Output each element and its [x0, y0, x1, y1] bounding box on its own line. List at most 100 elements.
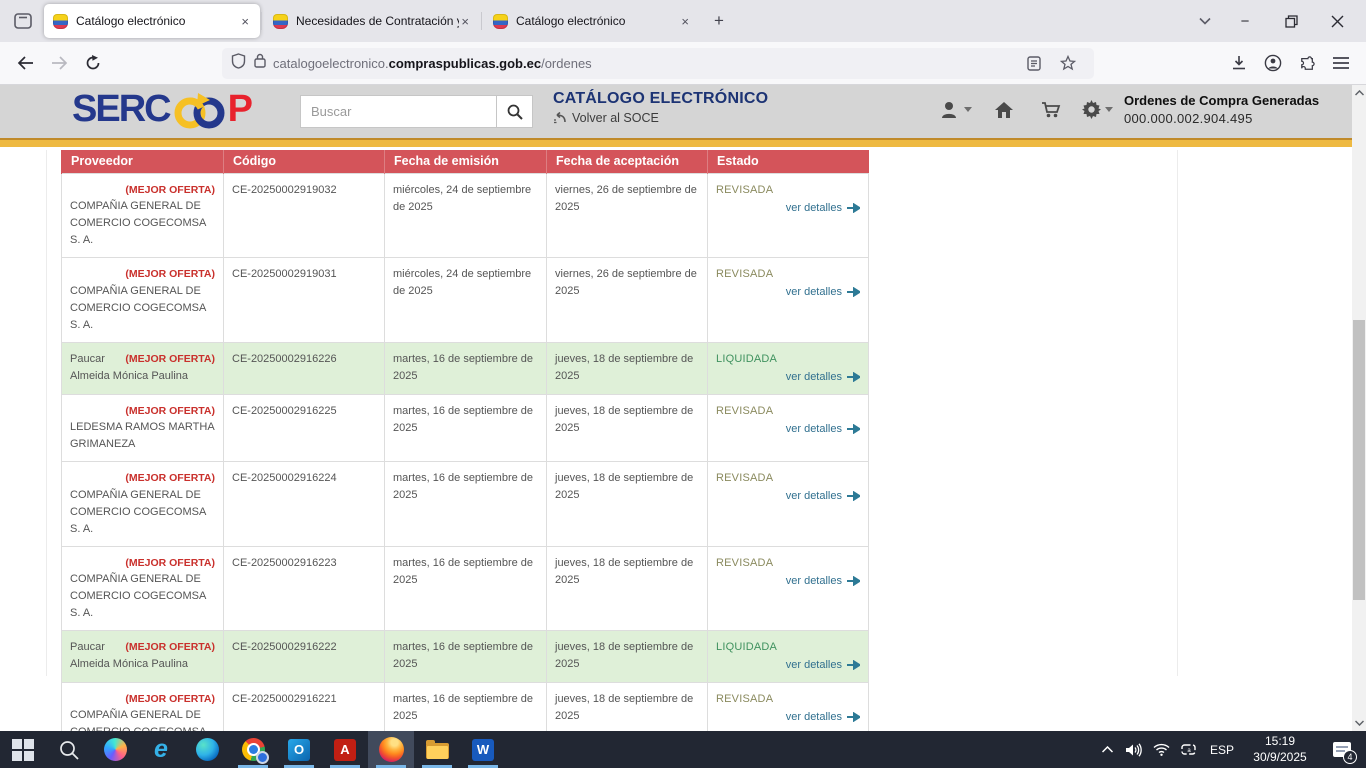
wifi-icon[interactable] [1148, 731, 1175, 768]
url-bar[interactable]: catalogoelectronico.compraspublicas.gob.… [222, 48, 1094, 79]
logo-swirl-icon [168, 90, 230, 130]
ver-detalles-link[interactable]: ver detalles [786, 202, 842, 214]
status-cell: REVISADA ver detalles [708, 258, 869, 342]
copilot-icon [104, 738, 127, 761]
browser-tab-1[interactable]: Catálogo electrónico × [44, 4, 260, 38]
forward-button[interactable] [42, 47, 76, 79]
minimize-button[interactable]: − [1222, 0, 1268, 42]
arrow-right-icon [847, 712, 860, 722]
chrome-button[interactable] [230, 731, 276, 768]
page-title: CATÁLOGO ELECTRÓNICO [553, 90, 768, 108]
provider-cell: (MEJOR OFERTA)LEDESMA RAMOS MARTHA GRIMA… [62, 394, 224, 461]
reader-mode-icon[interactable] [1017, 47, 1051, 79]
account-icon[interactable] [1256, 47, 1290, 79]
menu-hamburger-icon[interactable] [1324, 47, 1358, 79]
arrow-right-icon [847, 491, 860, 501]
issue-date: miércoles, 24 de septiembre de 2025 [385, 174, 547, 258]
browser-tab-3[interactable]: Catálogo electrónico × [484, 4, 700, 38]
status-label: REVISADA [716, 555, 860, 572]
best-offer-label: (MEJOR OFERTA) [125, 470, 215, 486]
new-tab-button[interactable]: + [704, 6, 734, 36]
close-window-button[interactable] [1314, 0, 1360, 42]
ver-detalles-link[interactable]: ver detalles [786, 711, 842, 723]
word-button[interactable]: W [460, 731, 506, 768]
status-cell: REVISADA ver detalles [708, 174, 869, 258]
order-code: CE-20250002916224 [224, 462, 385, 546]
status-label: REVISADA [716, 266, 860, 283]
tab-close-icon[interactable]: × [459, 14, 471, 29]
clock-time: 15:19 [1265, 734, 1295, 750]
status-label: REVISADA [716, 691, 860, 708]
copilot-button[interactable] [92, 731, 138, 768]
home-button[interactable] [980, 101, 1027, 119]
ver-detalles-link[interactable]: ver detalles [786, 371, 842, 383]
accept-date: jueves, 18 de septiembre de 2025 [547, 546, 708, 630]
home-icon [994, 101, 1014, 119]
file-explorer-button[interactable] [414, 731, 460, 768]
user-menu-button[interactable] [933, 101, 980, 119]
start-button[interactable] [0, 731, 46, 768]
table-body: (MEJOR OFERTA) COMPAÑIA GENERAL DE COMERC… [62, 174, 869, 768]
ver-detalles-link[interactable]: ver detalles [786, 490, 842, 502]
tray-chevron-up[interactable] [1094, 731, 1121, 768]
table-row: (MEJOR OFERTA)COMPAÑIA GENERAL DE COMERC… [62, 174, 869, 258]
browser-tab-2[interactable]: Necesidades de Contratación y × [264, 4, 480, 38]
scroll-down-arrow[interactable] [1352, 715, 1366, 731]
status-label: LIQUIDADA [716, 639, 860, 656]
issue-date: martes, 16 de septiembre de 2025 [385, 342, 547, 394]
extensions-puzzle-icon[interactable] [1290, 47, 1324, 79]
ver-detalles-link[interactable]: ver detalles [786, 575, 842, 587]
clock[interactable]: 15:19 30/9/2025 [1242, 731, 1318, 768]
restore-button[interactable] [1268, 0, 1314, 42]
issue-date: miércoles, 24 de septiembre de 2025 [385, 258, 547, 342]
firefox-button[interactable] [368, 731, 414, 768]
provider-name: COMPAÑIA GENERAL DE COMERCIO COGECOMSA S… [70, 285, 206, 331]
internet-explorer-button[interactable]: e [138, 731, 184, 768]
settings-menu-button[interactable] [1074, 100, 1121, 119]
windows-taskbar: e O A W a ESP 15:19 30/9/2025 [0, 731, 1366, 768]
taskbar-search-button[interactable] [46, 731, 92, 768]
arrow-right-icon [847, 287, 860, 297]
tracking-shield-icon[interactable] [231, 53, 246, 74]
list-all-tabs-chevron-icon[interactable] [1188, 12, 1222, 30]
logo-text-serc: SERC [72, 88, 170, 131]
lock-icon[interactable] [254, 53, 266, 73]
edge-button[interactable] [184, 731, 230, 768]
status-label: REVISADA [716, 403, 860, 420]
ver-detalles-link[interactable]: ver detalles [786, 286, 842, 298]
downloads-icon[interactable] [1222, 47, 1256, 79]
ver-detalles-link[interactable]: ver detalles [786, 423, 842, 435]
scroll-up-arrow[interactable] [1352, 85, 1366, 101]
status-cell: REVISADA ver detalles [708, 546, 869, 630]
chevron-down-icon [964, 107, 972, 112]
table-header-row: ProveedorCódigoFecha de emisiónFecha de … [62, 150, 869, 174]
notifications-button[interactable]: 4 [1318, 731, 1366, 768]
cart-button[interactable] [1027, 101, 1074, 119]
search-button[interactable] [497, 95, 533, 128]
language-indicator[interactable]: ESP [1202, 731, 1242, 768]
volver-al-soce-link[interactable]: Volver al SOCE [553, 111, 768, 125]
tab-close-icon[interactable]: × [239, 14, 251, 29]
back-button[interactable] [8, 47, 42, 79]
search-input[interactable] [300, 95, 497, 128]
tab-close-icon[interactable]: × [679, 14, 691, 29]
arrow-right-icon [847, 424, 860, 434]
bookmark-star-icon[interactable] [1051, 47, 1085, 79]
display-connect-icon[interactable]: a [1175, 731, 1202, 768]
firefox-view-button[interactable] [6, 6, 40, 36]
ver-detalles-link[interactable]: ver detalles [786, 659, 842, 671]
reload-button[interactable] [76, 47, 110, 79]
orders-generated-number: 000.000.002.904.495 [1124, 111, 1319, 126]
best-offer-label: (MEJOR OFERTA) [125, 266, 215, 282]
acrobat-button[interactable]: A [322, 731, 368, 768]
acrobat-icon: A [334, 739, 356, 761]
site-favicon [53, 14, 68, 29]
volume-icon[interactable] [1121, 731, 1148, 768]
outlook-button[interactable]: O [276, 731, 322, 768]
provider-cell: (MEJOR OFERTA)COMPAÑIA GENERAL DE COMERC… [62, 174, 224, 258]
scrollbar-thumb[interactable] [1353, 320, 1365, 600]
logo-text-p: P [228, 88, 251, 131]
firefox-icon [379, 737, 404, 762]
gear-icon [1082, 100, 1101, 119]
page-scrollbar[interactable] [1352, 85, 1366, 731]
